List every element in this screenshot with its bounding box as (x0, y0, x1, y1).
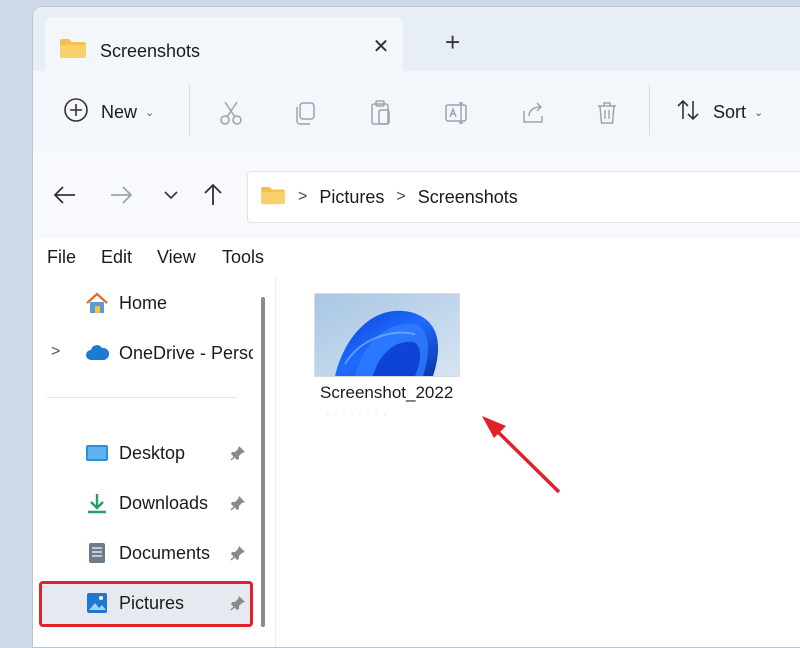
annotation-arrow (482, 416, 561, 494)
